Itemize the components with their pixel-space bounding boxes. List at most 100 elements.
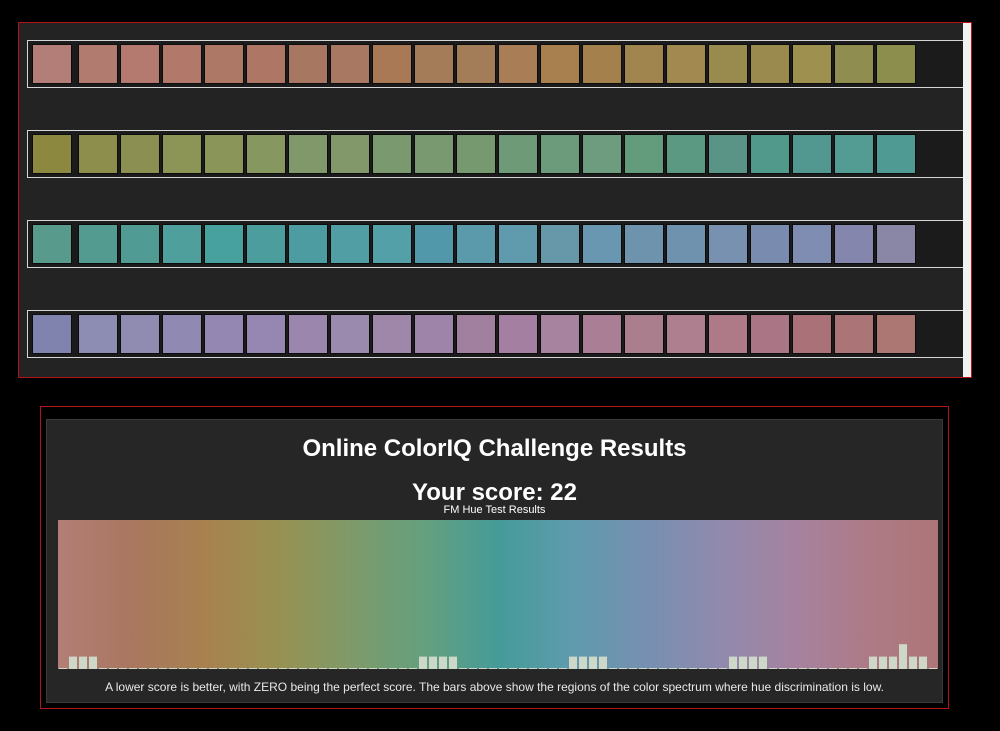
chart-bar [459,668,467,669]
color-tile[interactable] [498,44,538,84]
color-tile[interactable] [288,314,328,354]
color-tile[interactable] [162,134,202,174]
color-tile[interactable] [288,134,328,174]
color-tile[interactable] [456,134,496,174]
color-tile[interactable] [330,134,370,174]
color-tile[interactable] [414,44,454,84]
color-tile[interactable] [246,44,286,84]
chart-bar [309,668,317,669]
color-tile[interactable] [456,44,496,84]
chart-bar [259,668,267,669]
chart-bar [419,656,427,669]
chart-bar [209,668,217,669]
color-tile[interactable] [78,134,118,174]
color-tile[interactable] [750,314,790,354]
color-tile[interactable] [834,314,874,354]
color-tile[interactable] [624,224,664,264]
color-tile[interactable] [120,314,160,354]
color-tile[interactable] [498,224,538,264]
color-tile[interactable] [540,224,580,264]
color-tile[interactable] [78,314,118,354]
color-tile[interactable] [78,44,118,84]
chart-bar [689,668,697,669]
color-tile[interactable] [666,314,706,354]
chart-bar [89,656,97,669]
color-tile[interactable] [330,44,370,84]
color-tile[interactable] [204,134,244,174]
color-tile[interactable] [372,134,412,174]
color-tile[interactable] [666,134,706,174]
color-tile[interactable] [414,134,454,174]
color-tile[interactable] [708,44,748,84]
color-tile[interactable] [792,314,832,354]
color-tile[interactable] [708,134,748,174]
color-tile[interactable] [414,224,454,264]
color-tile[interactable] [834,134,874,174]
color-tile[interactable] [624,134,664,174]
color-tile[interactable] [456,314,496,354]
color-tile[interactable] [876,224,916,264]
color-tile[interactable] [540,44,580,84]
color-tile[interactable] [834,44,874,84]
color-tile[interactable] [414,314,454,354]
chart-bar [889,656,897,669]
color-tile[interactable] [876,134,916,174]
color-tile[interactable] [120,224,160,264]
chart-bar [329,668,337,669]
color-tile[interactable] [708,314,748,354]
color-tile[interactable] [330,224,370,264]
color-tile[interactable] [120,44,160,84]
chart-bar [549,668,557,669]
color-tile[interactable] [204,314,244,354]
color-tile[interactable] [666,44,706,84]
color-tile[interactable] [792,44,832,84]
color-tile[interactable] [582,44,622,84]
chart-bar [919,656,927,669]
chart-bar [579,656,587,669]
color-tile[interactable] [246,134,286,174]
color-tile[interactable] [372,314,412,354]
color-tile[interactable] [750,44,790,84]
color-tile[interactable] [540,314,580,354]
color-tile[interactable] [750,134,790,174]
color-tile[interactable] [204,224,244,264]
color-tile[interactable] [330,314,370,354]
color-tile[interactable] [372,44,412,84]
color-tile[interactable] [582,134,622,174]
color-tile[interactable] [876,44,916,84]
color-tile[interactable] [498,134,538,174]
color-tile[interactable] [540,134,580,174]
chart-bar [149,668,157,669]
color-tile[interactable] [624,314,664,354]
color-tile[interactable] [792,224,832,264]
scrollbar[interactable] [963,23,971,377]
color-tile[interactable] [792,134,832,174]
color-tile[interactable] [120,134,160,174]
color-tile[interactable] [204,44,244,84]
color-tile[interactable] [624,44,664,84]
color-tile[interactable] [582,224,622,264]
color-tile[interactable] [78,224,118,264]
chart-bar [899,644,907,669]
color-tile[interactable] [582,314,622,354]
fm-hue-chart [58,520,938,669]
results-title: Online ColorIQ Challenge Results [302,435,687,462]
color-tile[interactable] [162,224,202,264]
color-tile[interactable] [288,224,328,264]
color-tile[interactable] [750,224,790,264]
color-tile[interactable] [246,224,286,264]
color-tile[interactable] [498,314,538,354]
color-tile[interactable] [666,224,706,264]
color-tile[interactable] [372,224,412,264]
chart-bar [759,656,767,669]
color-tile[interactable] [288,44,328,84]
color-tile[interactable] [162,44,202,84]
color-tile[interactable] [834,224,874,264]
color-tile[interactable] [708,224,748,264]
chart-bar [229,668,237,669]
color-tile[interactable] [876,314,916,354]
color-tile[interactable] [456,224,496,264]
color-tile[interactable] [246,314,286,354]
chart-bar [739,656,747,669]
color-tile[interactable] [162,314,202,354]
